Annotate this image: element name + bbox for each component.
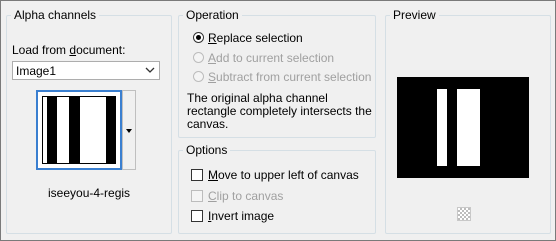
caret-down-icon xyxy=(126,129,132,133)
radio-add-label[interactable]: Add to current selection xyxy=(208,51,334,65)
checkbox-clip-box[interactable] xyxy=(191,190,203,202)
thumbnail-image xyxy=(42,96,116,164)
channel-name: iseeyou-4-regis xyxy=(48,186,131,200)
thumbnail-graphic xyxy=(43,97,115,163)
operation-message-line1: The original alpha channel xyxy=(187,91,328,105)
radio-replace-button[interactable] xyxy=(193,32,204,43)
operation-message-line2: rectangle completely intersects the xyxy=(187,104,372,118)
preview-graphic xyxy=(397,77,529,178)
radio-subtract-label[interactable]: Subtract from current selection xyxy=(208,70,371,84)
preview-image xyxy=(397,77,529,178)
options-legend: Options xyxy=(186,143,228,157)
checkbox-move-box[interactable] xyxy=(191,169,203,181)
checkbox-clip-label[interactable]: Clip to canvas xyxy=(208,189,283,203)
checkerboard-icon[interactable] xyxy=(457,207,471,221)
checkbox-invert-box[interactable] xyxy=(191,210,203,222)
alpha-channel-thumbnail[interactable] xyxy=(36,90,122,170)
chevron-down-icon xyxy=(145,67,155,73)
radio-add-button[interactable] xyxy=(193,52,204,63)
radio-subtract-button[interactable] xyxy=(193,71,204,82)
preview-legend: Preview xyxy=(393,8,436,22)
alpha-channels-legend: Alpha channels xyxy=(14,8,97,22)
checkbox-move-label[interactable]: Move to upper left of canvas xyxy=(208,168,359,182)
checkbox-invert-label[interactable]: Invert image xyxy=(208,209,274,223)
document-select[interactable]: Image1 xyxy=(12,61,160,80)
document-select-value: Image1 xyxy=(16,64,57,78)
load-from-document-label: Load from document: xyxy=(12,43,126,57)
thumbnail-dropdown-button[interactable] xyxy=(122,90,136,170)
operation-legend: Operation xyxy=(186,8,239,22)
operation-message-line3: canvas. xyxy=(187,117,229,131)
radio-replace-label[interactable]: Replace selection xyxy=(208,31,303,45)
